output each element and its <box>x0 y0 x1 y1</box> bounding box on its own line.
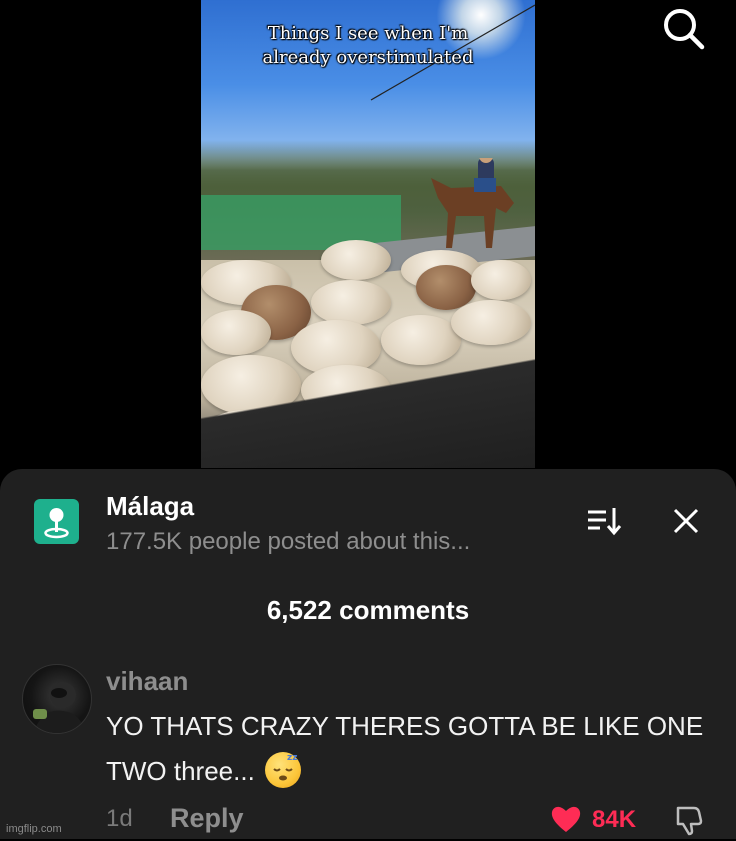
search-button[interactable] <box>660 5 706 51</box>
car-dashboard <box>201 328 535 468</box>
dislike-button[interactable] <box>674 804 706 836</box>
sort-icon <box>588 508 622 536</box>
video-caption: Things I see when I'm already overstimul… <box>201 22 535 70</box>
comment-username[interactable]: vihaan <box>106 666 188 697</box>
reply-button[interactable]: Reply <box>170 803 244 834</box>
close-icon <box>673 508 699 534</box>
location-subtitle[interactable]: 177.5K people posted about this... <box>106 528 470 556</box>
comment-time: 1d <box>106 805 133 832</box>
caption-line-1: Things I see when I'm <box>267 23 469 44</box>
location-title[interactable]: Málaga <box>106 491 194 522</box>
comment-text: YO THATS CRAZY THERES GOTTA BE LIKE ONE … <box>106 704 706 794</box>
caption-line-2: already overstimulated <box>262 47 474 68</box>
close-button[interactable] <box>671 506 701 536</box>
heart-icon <box>551 806 581 832</box>
horse-rider <box>431 158 514 248</box>
like-button[interactable] <box>550 804 582 836</box>
search-icon <box>664 9 705 50</box>
svg-text:zz: zz <box>287 753 297 763</box>
comments-count: 6,522 comments <box>266 595 470 625</box>
comment-body: YO THATS CRAZY THERES GOTTA BE LIKE ONE … <box>106 711 704 786</box>
video-frame[interactable]: Things I see when I'm already overstimul… <box>201 0 535 468</box>
like-count: 84K <box>592 806 637 833</box>
sort-button[interactable] <box>586 506 622 536</box>
sleeping-face-emoji: zz <box>264 752 301 788</box>
avatar[interactable] <box>22 664 92 734</box>
watermark: imgflip.com <box>6 823 62 835</box>
location-pin-icon[interactable] <box>34 499 79 544</box>
thumbs-down-icon <box>676 806 703 836</box>
